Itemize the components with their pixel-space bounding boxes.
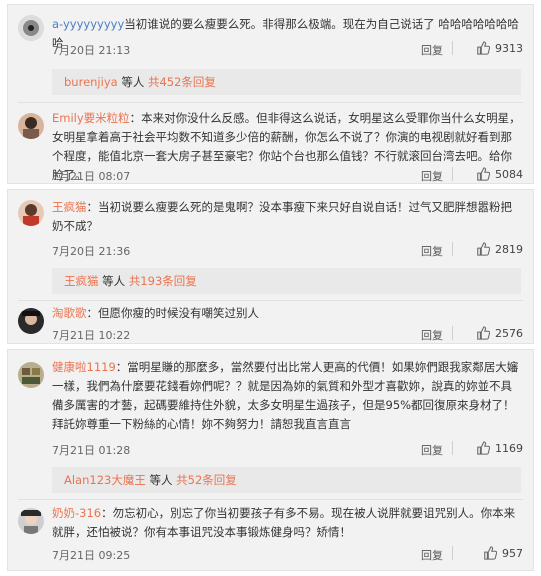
divider [452,546,453,560]
divider [452,167,453,181]
thumbs-up-icon [477,242,490,256]
like-button[interactable]: 9313 [476,41,523,55]
comment-text: 奶奶-316：勿忘初心，別忘了你当初要孩子有多不易。现在被人说胖就要诅咒别人。你… [52,506,516,539]
comment-meta: 7月21日 09:25 回复 957 [52,544,523,564]
reply-thread-summary[interactable]: Alan123大魔王 等人 共52条回复 [52,467,521,493]
comment-text: 淘歌歌：但愿你瘦的时候没有嘲笑过别人 [52,306,259,320]
reply-button[interactable]: 回复 [421,327,443,343]
reply-button[interactable]: 回复 [421,547,443,563]
like-button[interactable]: 957 [483,546,523,560]
comment-meta: 7月20日 21:13 回复 9313 [52,39,523,59]
reply-button[interactable]: 回复 [421,42,443,58]
thread-user[interactable]: burenjiya [64,75,118,89]
avatar[interactable] [18,308,44,334]
comment-meta: 7月21日 10:22 回复 2576 [52,324,523,344]
comment-card-1: a-yyyyyyyyy当初谁说的要么瘦要么死。非得那么极端。现在为自己说话了 哈… [7,4,534,184]
thumbs-up-icon [477,326,490,340]
reply-button[interactable]: 回复 [421,243,443,259]
username-link[interactable]: Emily要米粒粒 [52,111,130,125]
thread-count-link[interactable]: 共52条回复 [176,473,237,487]
comment-text: 王疯猫：当初说要么瘦要么死的是鬼啊？没本事瘦下来只好自说自话！过气又肥胖想嚣粉把… [52,200,512,233]
username-link[interactable]: 奶奶-316 [52,506,101,520]
reply-thread-summary[interactable]: burenjiya 等人 共452条回复 [52,69,521,95]
like-count: 9313 [495,41,523,55]
comment-card-2: 王疯猫：当初说要么瘦要么死的是鬼啊？没本事瘦下来只好自说自话！过气又肥胖想嚣粉把… [7,189,534,344]
thread-user[interactable]: 王疯猫 [64,274,99,288]
timestamp: 7月21日 10:22 [52,329,131,342]
avatar[interactable] [18,362,44,388]
thumbs-up-icon [477,41,490,55]
reply-button[interactable]: 回复 [421,442,443,458]
avatar[interactable] [18,508,44,534]
reply-thread-summary[interactable]: 王疯猫 等人 共193条回复 [52,268,521,294]
username-link[interactable]: 健康啦1119 [52,360,116,374]
thread-count-link[interactable]: 共452条回复 [148,75,216,89]
comment-text: 健康啦1119：當明星賺的那麼多，當然要付出比常人更高的代價！如果妳們跟我家鄰居… [52,360,519,431]
like-button[interactable]: 2819 [476,242,523,256]
divider [452,41,453,55]
divider [452,441,453,455]
username-link[interactable]: 淘歌歌 [52,306,87,320]
divider [18,499,523,500]
timestamp: 7月20日 21:13 [52,44,131,57]
like-count: 5084 [495,167,523,181]
thumbs-up-icon [484,546,497,560]
divider [18,300,523,301]
thread-user[interactable]: Alan123大魔王 [64,473,146,487]
avatar[interactable] [18,113,44,139]
like-button[interactable]: 2576 [476,326,523,340]
comment-meta: 7月20日 21:36 回复 2819 [52,240,523,260]
like-button[interactable]: 1169 [476,441,523,455]
timestamp: 7月20日 21:36 [52,245,131,258]
avatar[interactable] [18,200,44,226]
divider [18,102,523,103]
like-button[interactable]: 5084 [476,167,523,181]
username-link[interactable]: a-yyyyyyyyy [52,17,124,31]
like-count: 957 [502,546,523,560]
like-count: 1169 [495,441,523,455]
like-count: 2576 [495,326,523,340]
thread-count-link[interactable]: 共193条回复 [129,274,197,288]
thumbs-up-icon [477,167,490,181]
like-count: 2819 [495,242,523,256]
timestamp: 7月21日 01:28 [52,444,131,457]
divider [452,326,453,340]
comment-meta: 7月21日 08:07 回复 5084 [52,165,523,185]
timestamp: 7月21日 09:25 [52,549,131,562]
reply-button[interactable]: 回复 [421,168,443,184]
avatar[interactable] [18,15,44,41]
comment-meta: 7月21日 01:28 回复 1169 [52,439,523,459]
username-link[interactable]: 王疯猫 [52,200,87,214]
comment-card-3: 健康啦1119：當明星賺的那麼多，當然要付出比常人更高的代價！如果妳們跟我家鄰居… [7,349,534,571]
divider [452,242,453,256]
thumbs-up-icon [477,441,490,455]
timestamp: 7月21日 08:07 [52,170,131,183]
